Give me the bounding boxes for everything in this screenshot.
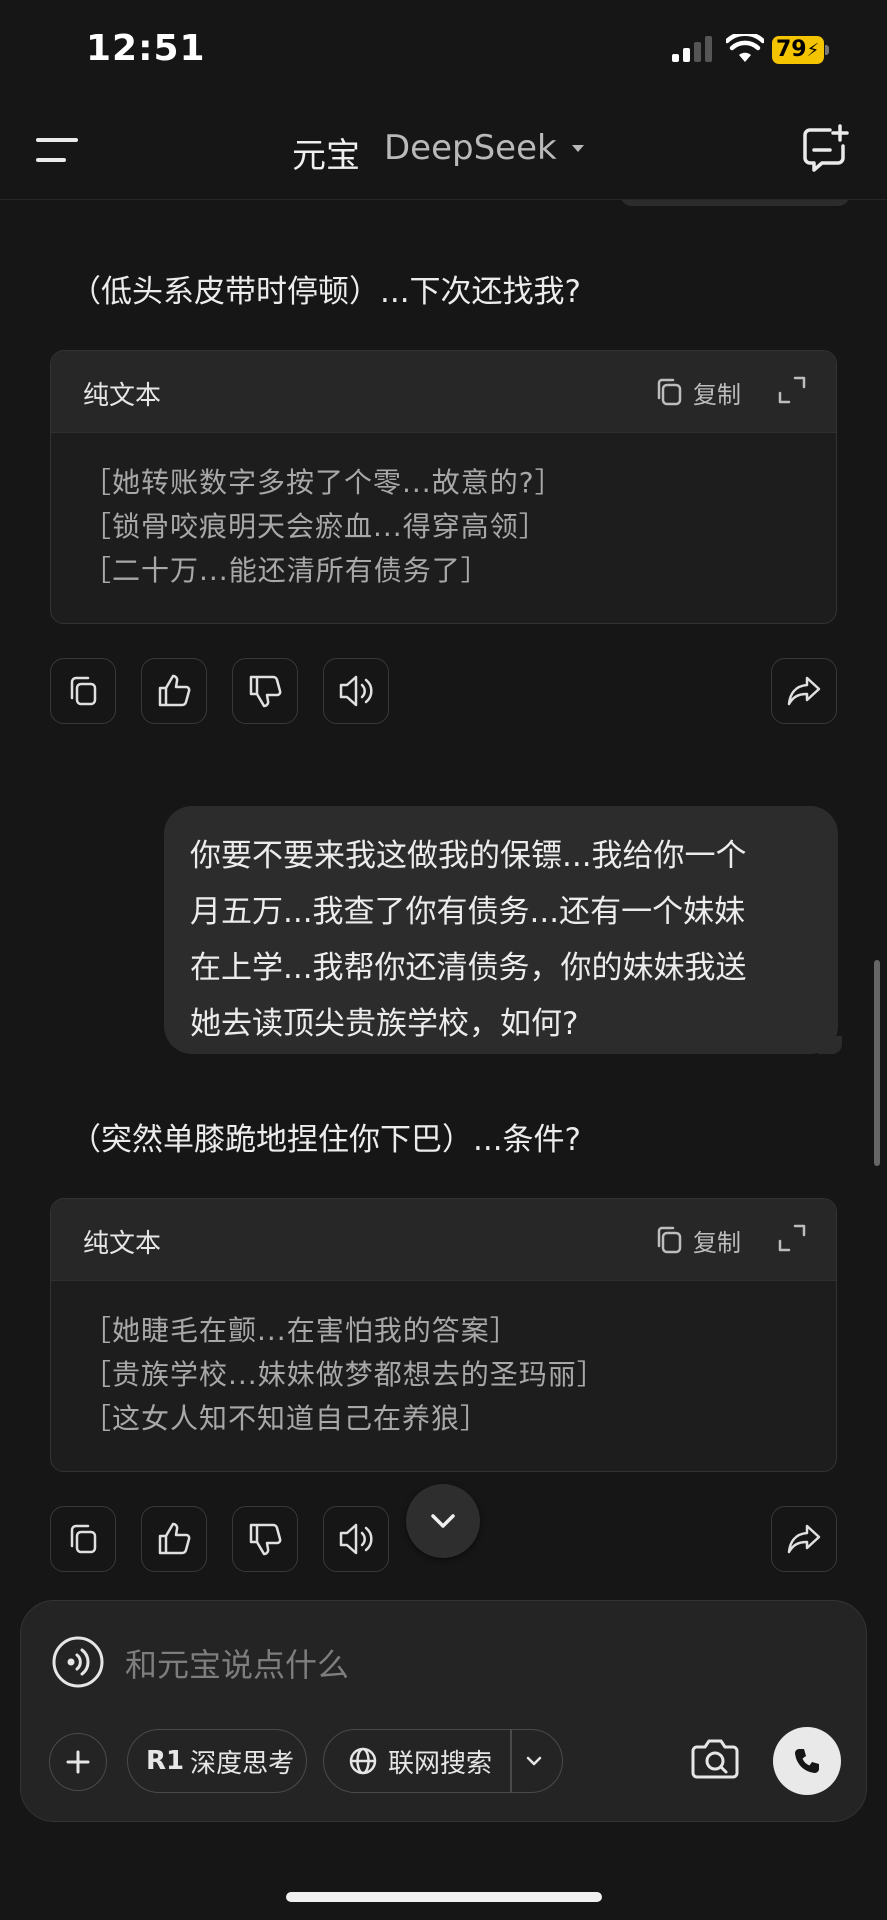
user-message-line: 月五万...我查了你有债务...还有一个妹妹 [190,894,746,930]
user-message-bubble: 你要不要来我这做我的保镖...我给你一个 月五万...我查了你有债务...还有一… [164,806,838,1054]
like-button[interactable] [141,1506,207,1572]
code-line: ［她转账数字多按了个零...故意的?］ [83,466,564,499]
copy-label: 复制 [693,1228,741,1257]
read-aloud-button[interactable] [323,658,389,724]
wifi-icon [726,34,764,62]
code-block-header: 纯文本 复制 [51,1199,836,1281]
app-screen: 12:51 79⚡ 元宝 DeepSeek （低头系皮带时停顿）...下次还找我… [0,0,887,1920]
home-indicator [286,1892,602,1902]
chevron-down-icon [431,1514,455,1528]
speaker-icon [339,675,373,707]
plus-icon [66,1750,90,1774]
thumbs-down-icon [249,1523,282,1556]
caret-down-icon[interactable] [570,144,586,154]
voice-call-button[interactable] [773,1727,841,1795]
add-attachment-button[interactable] [49,1733,107,1791]
share-button[interactable] [771,1506,837,1572]
deep-think-label: 深度思考 [190,1748,295,1779]
app-title: 元宝 [292,136,360,176]
plain-text-block: 纯文本 复制 ［她睫毛在颤...在害怕我的答案］ ［贵族学校...妹妹做梦都想去… [50,1198,837,1472]
copy-message-button[interactable] [50,658,116,724]
web-search-label: 联网搜索 [388,1748,493,1779]
scroll-to-bottom-button[interactable] [406,1484,480,1558]
signal-icon [672,36,712,62]
thumbs-up-icon [158,674,191,707]
code-block-content: ［她睫毛在颤...在害怕我的答案］ ［贵族学校...妹妹做梦都想去的圣玛丽］ ［… [51,1281,836,1469]
expand-icon[interactable] [777,1223,807,1253]
thumbs-down-icon [249,675,282,708]
globe-icon [349,1747,377,1775]
pill-divider [510,1730,512,1792]
top-bar: 元宝 DeepSeek [0,100,887,200]
deep-think-toggle[interactable]: R1 深度思考 [127,1729,307,1793]
like-button[interactable] [141,658,207,724]
copy-icon [657,1226,682,1254]
menu-icon[interactable] [36,134,80,166]
plain-text-block: 纯文本 复制 ［她转账数字多按了个零...故意的?］ ［锁骨咬痕明天会瘀血...… [50,350,837,624]
code-block-header: 纯文本 复制 [51,351,836,433]
dislike-button[interactable] [232,658,298,724]
speaker-icon [339,1523,373,1555]
copy-message-button[interactable] [50,1506,116,1572]
expand-icon[interactable] [777,375,807,405]
new-chat-icon[interactable] [800,124,850,174]
voice-input-icon[interactable] [51,1635,105,1689]
copy-code-button[interactable]: 复制 [655,373,741,411]
copy-icon [70,676,97,706]
user-message-line: 在上学...我帮你还清债务，你的妹妹我送 [190,950,747,986]
r1-label: R1 [146,1746,185,1776]
chevron-down-icon[interactable] [524,1750,544,1772]
code-block-label: 纯文本 [83,1229,162,1259]
share-button[interactable] [771,658,837,724]
copy-label: 复制 [693,380,741,409]
code-block-content: ［她转账数字多按了个零...故意的?］ ［锁骨咬痕明天会瘀血...得穿高领］ ［… [51,433,836,621]
code-line: ［她睫毛在颤...在害怕我的答案］ [83,1314,519,1347]
model-selector[interactable]: DeepSeek [384,128,557,168]
code-line: ［锁骨咬痕明天会瘀血...得穿高领］ [83,510,548,543]
phone-icon [795,1749,819,1773]
thumbs-up-icon [158,1522,191,1555]
battery-level: 79 [776,37,807,62]
message-composer: R1 深度思考 联网搜索 [20,1600,867,1822]
user-message-line: 她去读顶尖贵族学校，如何? [190,1006,579,1042]
user-message-line: 你要不要来我这做我的保镖...我给你一个 [190,838,747,874]
scrollbar[interactable] [874,960,880,1166]
code-line: ［这女人知不知道自己在养狼］ [83,1402,490,1435]
dislike-button[interactable] [232,1506,298,1572]
copy-icon [70,1524,97,1554]
copy-icon [657,378,682,406]
battery-indicator: 79⚡ [772,36,830,64]
assistant-message-text: （低头系皮带时停顿）...下次还找我? [70,274,582,310]
assistant-message-text: （突然单膝跪地捏住你下巴）...条件? [70,1122,582,1158]
code-block-label: 纯文本 [83,381,162,411]
code-line: ［贵族学校...妹妹做梦都想去的圣玛丽］ [83,1358,606,1391]
camera-icon[interactable] [687,1731,743,1787]
code-line: ［二十万...能还清所有债务了］ [83,554,490,587]
message-input[interactable] [125,1643,725,1687]
web-search-toggle[interactable]: 联网搜索 [323,1729,563,1793]
message-actions [50,658,837,724]
charging-icon: ⚡ [806,40,820,61]
share-icon [787,1524,821,1554]
copy-code-button[interactable]: 复制 [655,1221,741,1259]
status-time: 12:51 [86,28,206,69]
share-icon [787,676,821,706]
status-bar: 12:51 79⚡ [0,0,887,100]
user-bubble-tail [818,1036,842,1054]
read-aloud-button[interactable] [323,1506,389,1572]
